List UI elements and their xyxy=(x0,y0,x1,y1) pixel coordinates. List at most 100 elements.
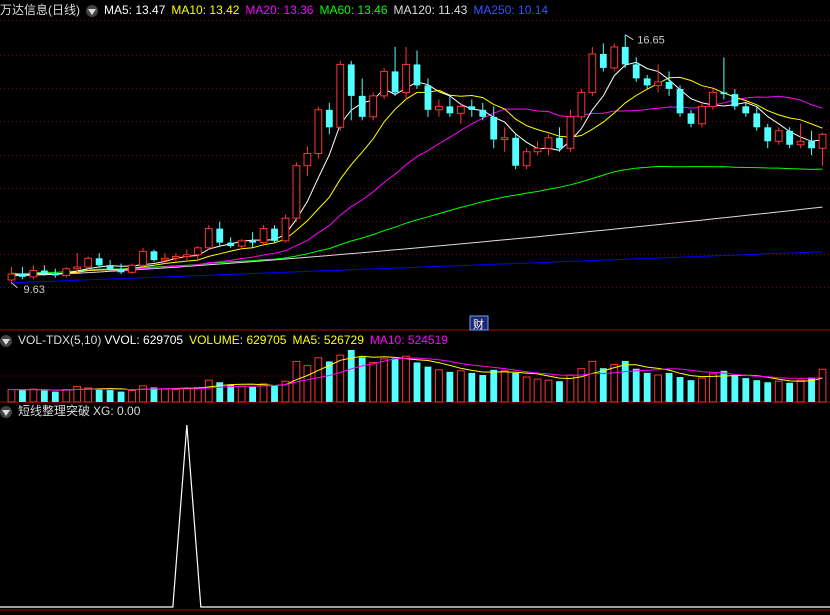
candle-body xyxy=(347,64,355,96)
candle-body xyxy=(446,106,454,114)
candle-body xyxy=(577,91,586,118)
candle-body xyxy=(106,265,114,269)
candle-body xyxy=(369,95,378,118)
volume-bar xyxy=(522,376,531,403)
volume-bar xyxy=(577,368,586,403)
volume-bar xyxy=(621,360,629,402)
candle-body xyxy=(95,258,103,266)
volume-bar xyxy=(610,364,619,403)
candle-body xyxy=(259,228,268,244)
volume-bar xyxy=(117,391,125,402)
candle-body xyxy=(424,85,432,110)
candle-body xyxy=(227,242,235,247)
candle-body xyxy=(413,64,421,86)
candle-body xyxy=(512,137,520,166)
candle-body xyxy=(632,64,640,79)
volume-bar xyxy=(424,366,432,402)
ma5-line xyxy=(11,61,823,276)
volume-bar xyxy=(500,370,509,403)
volume-bar xyxy=(742,378,750,402)
volume-bar xyxy=(490,369,498,402)
vvol-value: VVOL: 629705 xyxy=(104,333,184,347)
volume-bar xyxy=(588,360,597,403)
ma20-value: MA20: 13.36 xyxy=(245,3,314,17)
volume-bar xyxy=(753,380,761,402)
candle-body xyxy=(654,81,663,86)
candle-body xyxy=(435,105,443,111)
candle-body xyxy=(84,257,93,268)
candle-body xyxy=(753,113,761,128)
volume-bar xyxy=(182,387,191,403)
dropdown-arrow-icon[interactable] xyxy=(86,4,98,17)
candle-body xyxy=(588,53,597,93)
vol-ma10-value: MA10: 524519 xyxy=(369,333,448,347)
candle-body xyxy=(522,151,531,167)
candle-body xyxy=(171,256,180,259)
ma250-value: MA250: 10.14 xyxy=(473,3,549,17)
candle-body xyxy=(271,228,278,241)
volume-bar xyxy=(62,389,71,403)
candle-body xyxy=(62,268,71,276)
volume-bar xyxy=(51,391,59,402)
dropdown-arrow-icon[interactable] xyxy=(0,405,12,418)
volume-bar xyxy=(731,374,739,402)
stock-chart[interactable]: 16.65 9.63 财 xyxy=(0,0,830,615)
vol-ma5-value: MA5: 526729 xyxy=(292,333,364,347)
candle-body xyxy=(249,240,256,243)
candle-body xyxy=(698,105,706,125)
candle-body xyxy=(402,63,410,93)
volume-bar xyxy=(479,374,487,402)
candle-body xyxy=(500,137,509,141)
candle-body xyxy=(358,95,366,117)
candle-body xyxy=(676,88,684,114)
high-price-label: 16.65 xyxy=(637,35,665,47)
volume-bar xyxy=(358,357,366,402)
candle-body xyxy=(193,247,202,256)
ma60-value: MA60: 13.46 xyxy=(319,3,388,17)
candle-body xyxy=(7,273,16,281)
candle-body xyxy=(796,140,805,146)
volume-panel-header: VOL-TDX(5,10) VVOL: 629705 VOLUME: 629705 M… xyxy=(0,331,454,349)
candle-body xyxy=(665,81,673,89)
candle-body xyxy=(40,270,48,274)
volume-bar xyxy=(171,389,180,403)
volume-bar xyxy=(632,368,640,402)
volume-bar xyxy=(237,385,246,403)
volume-bar xyxy=(161,388,169,403)
volume-bar xyxy=(380,358,389,403)
volume-bar xyxy=(435,369,443,403)
candle-body xyxy=(51,273,59,276)
volume-bar xyxy=(512,372,520,402)
candle-body xyxy=(303,153,312,167)
stock-name: 万达信息(日线) xyxy=(0,3,80,17)
xg-signal-line xyxy=(0,424,830,608)
volume-bar xyxy=(40,390,48,402)
volume-bar xyxy=(139,385,147,403)
candle-body xyxy=(204,228,213,249)
candle-body xyxy=(764,127,772,142)
candle-body xyxy=(621,46,629,65)
candle-body xyxy=(292,165,301,219)
volume-bar xyxy=(227,384,235,402)
volume-bar xyxy=(643,372,651,402)
volume-bar xyxy=(566,374,575,403)
candle-body xyxy=(643,78,651,86)
volume-bar xyxy=(413,362,421,402)
ma10-value: MA10: 13.42 xyxy=(171,3,240,17)
candle-body xyxy=(182,254,191,258)
volume-bar xyxy=(369,361,378,403)
candle-body xyxy=(216,228,224,243)
volume-bar xyxy=(204,379,213,403)
volume-bar xyxy=(786,382,794,402)
candle-body xyxy=(391,71,399,93)
candle-body xyxy=(479,109,487,117)
candle-body xyxy=(709,91,717,107)
volume-bar xyxy=(709,373,717,403)
dropdown-arrow-icon[interactable] xyxy=(0,334,12,347)
main-panel-header: 万达信息(日线) MA5: 13.47 MA10: 13.42 MA20: 13.36… xyxy=(0,1,554,19)
candle-body xyxy=(599,53,607,68)
candle-body xyxy=(610,46,619,69)
volume-bar xyxy=(128,390,136,403)
volume-bar xyxy=(456,370,465,403)
candle-body xyxy=(556,137,563,149)
